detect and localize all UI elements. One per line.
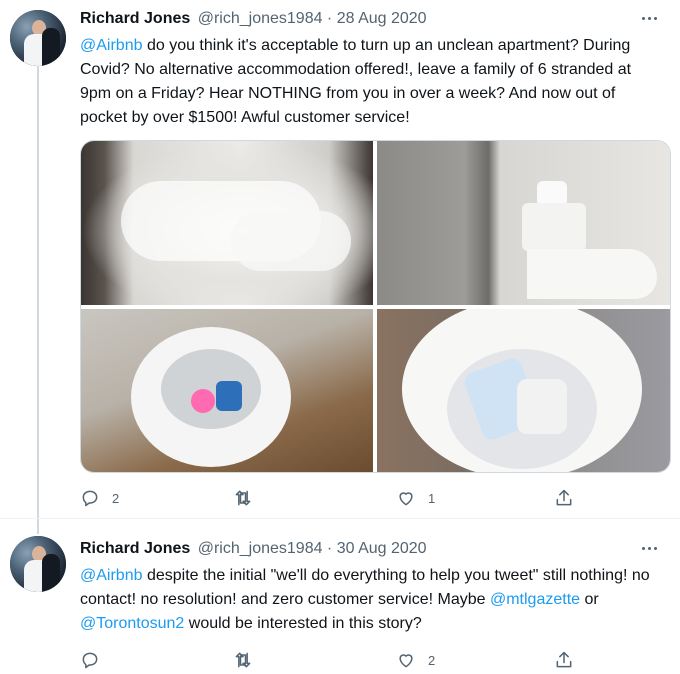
retweet-icon	[235, 490, 251, 506]
like-icon	[399, 654, 413, 668]
tweet-header: Richard Jones @rich_jones1984 · 30 Aug 2…	[80, 540, 427, 558]
author-name[interactable]: Richard Jones	[80, 540, 190, 557]
tweet-actions: 2	[80, 648, 580, 672]
more-icon[interactable]	[634, 8, 664, 28]
tweet-date[interactable]: 28 Aug 2020	[337, 10, 427, 27]
tweet-header: Richard Jones @rich_jones1984 · 28 Aug 2…	[80, 10, 427, 28]
retweet-button[interactable]	[233, 486, 265, 510]
mention-airbnb[interactable]: @Airbnb	[80, 37, 143, 54]
dot-separator: ·	[322, 10, 337, 27]
mention-mtlgazette[interactable]: @mtlgazette	[490, 591, 580, 608]
share-button[interactable]	[554, 486, 574, 510]
share-icon	[556, 651, 572, 668]
trash-bin-mask-photo[interactable]	[377, 309, 670, 472]
like-count: 2	[428, 652, 436, 668]
mention-torontosun2[interactable]: @Torontosun2	[80, 615, 184, 632]
photo-grid	[80, 140, 671, 473]
avatar[interactable]	[10, 10, 66, 66]
tweet-1[interactable]: Richard Jones @rich_jones1984 · 28 Aug 2…	[0, 0, 680, 518]
trash-bin-bottles-photo[interactable]	[81, 309, 373, 472]
reply-count: 2	[112, 490, 120, 506]
tweet-date[interactable]: 30 Aug 2020	[337, 540, 427, 557]
dot-separator: ·	[322, 540, 337, 557]
retweet-icon	[235, 652, 251, 668]
unmade-bed-photo[interactable]	[81, 141, 373, 305]
reply-button[interactable]: 2	[80, 486, 119, 510]
mention-airbnb[interactable]: @Airbnb	[80, 567, 143, 584]
more-icon[interactable]	[634, 538, 664, 558]
like-button[interactable]: 1	[396, 486, 435, 510]
author-handle[interactable]: @rich_jones1984	[198, 540, 323, 557]
retweet-button[interactable]	[233, 648, 265, 672]
reply-icon	[82, 652, 98, 669]
tweet-text: @Airbnb despite the initial "we'll do ev…	[80, 564, 665, 636]
tweet-body: do you think it's acceptable to turn up …	[80, 37, 632, 126]
share-icon	[556, 489, 572, 506]
toilet-photo[interactable]	[377, 141, 670, 305]
avatar[interactable]	[10, 536, 66, 592]
tweet-2[interactable]: Richard Jones @rich_jones1984 · 30 Aug 2…	[0, 530, 680, 674]
tweet-body-connector: or	[580, 591, 599, 608]
reply-icon	[82, 490, 98, 507]
divider	[0, 518, 680, 519]
author-name[interactable]: Richard Jones	[80, 10, 190, 27]
share-button[interactable]	[554, 648, 574, 672]
author-handle[interactable]: @rich_jones1984	[198, 10, 323, 27]
tweet-actions: 2 1	[80, 486, 580, 510]
like-count: 1	[428, 490, 436, 506]
tweet-body-end: would be interested in this story?	[184, 615, 422, 632]
like-button[interactable]: 2	[396, 648, 435, 672]
like-icon	[399, 492, 413, 506]
reply-button[interactable]	[80, 648, 112, 672]
tweet-text: @Airbnb do you think it's acceptable to …	[80, 34, 665, 130]
